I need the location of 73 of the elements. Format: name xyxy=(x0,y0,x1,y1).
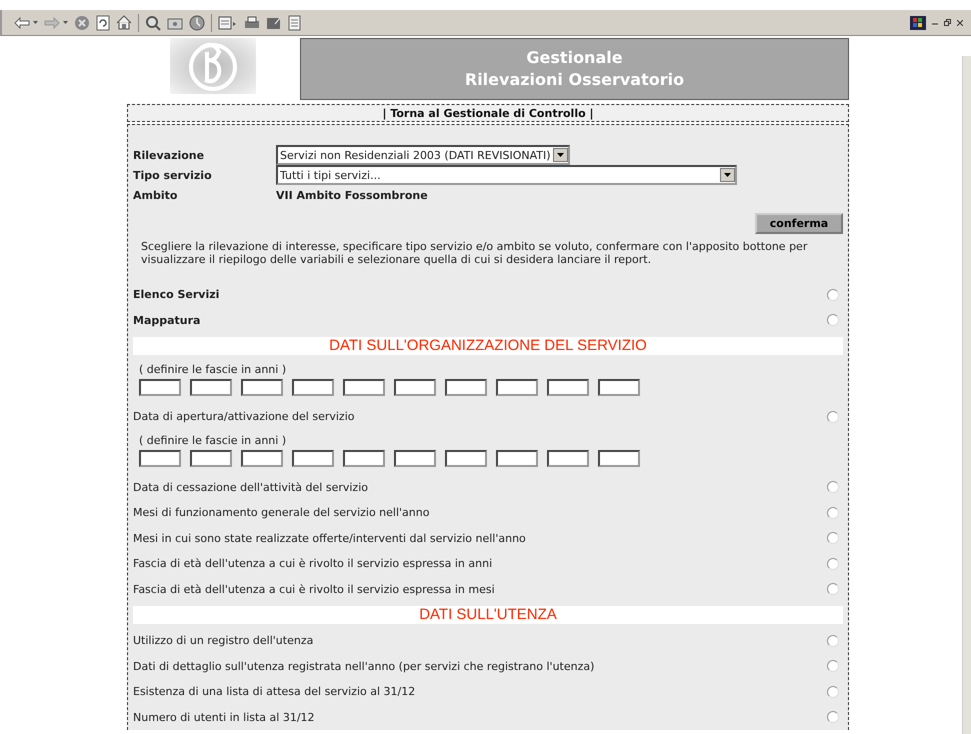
hint-text: ( definire le fascie in anni ) xyxy=(139,434,288,448)
windows-flag-icon xyxy=(910,16,926,30)
radio-button[interactable] xyxy=(827,506,839,519)
field-label: Rilevazione xyxy=(133,148,206,162)
range-input[interactable] xyxy=(496,450,538,466)
range-input[interactable] xyxy=(598,379,640,396)
radio-button[interactable] xyxy=(827,711,839,724)
range-input[interactable] xyxy=(190,379,232,396)
confirm-button[interactable]: conferma xyxy=(755,213,843,234)
radio-button[interactable] xyxy=(827,558,839,570)
magnifier-icon[interactable] xyxy=(145,14,161,30)
range-input[interactable] xyxy=(292,450,334,466)
field-label: Ambito xyxy=(133,188,178,202)
range-input[interactable] xyxy=(394,450,436,466)
dropdown[interactable]: Tutti i tipi servizi... xyxy=(276,165,737,185)
range-input[interactable] xyxy=(394,379,436,396)
dropdown[interactable]: Servizi non Residenziali 2003 (DATI REVISIONATI) xyxy=(276,145,570,165)
back-link[interactable]: | Torna al Gestionale di Controllo | xyxy=(382,106,594,120)
option-label: Mesi in cui sono state realizzate offerte/interventi dal servizio nell'anno xyxy=(133,532,526,545)
range-input[interactable] xyxy=(139,450,181,466)
home-icon[interactable] xyxy=(116,15,132,30)
option-label: Mappatura xyxy=(133,314,200,327)
range-input[interactable] xyxy=(445,379,487,396)
option-label: Data di cessazione dell'attività del servizio xyxy=(133,480,368,494)
range-input[interactable] xyxy=(547,379,589,396)
range-input[interactable] xyxy=(292,379,334,396)
option-label: Dati di dettaglio sull'utenza registrata nell'anno (per servizi che registrano l'utenza) xyxy=(133,660,594,673)
notepad-icon[interactable] xyxy=(266,16,282,30)
radio-button[interactable] xyxy=(827,481,839,494)
stop-icon[interactable] xyxy=(74,14,90,30)
range-input[interactable] xyxy=(547,450,589,466)
field-value: VII Ambito Fossombrone xyxy=(276,188,428,202)
close-icon[interactable] xyxy=(957,20,963,26)
range-input[interactable] xyxy=(241,450,283,466)
radio-button[interactable] xyxy=(827,686,839,698)
range-input[interactable] xyxy=(241,379,283,396)
refresh-icon[interactable] xyxy=(96,14,110,30)
range-input[interactable] xyxy=(445,450,487,466)
page-title: Gestionale xyxy=(526,47,623,69)
radio-button[interactable] xyxy=(827,288,839,301)
folder-icon[interactable] xyxy=(167,16,183,30)
option-label: Data di apertura/attivazione del servizio xyxy=(133,410,354,424)
option-label: Mesi di funzionamento generale del servizio nell'anno xyxy=(133,506,430,520)
range-input[interactable] xyxy=(343,379,385,396)
option-label: Utilizzo di un registro dell'utenza xyxy=(133,634,314,648)
section-heading: DATI SULL'UTENZA xyxy=(133,606,843,624)
option-label: Fascia di età dell'utenza a cui è rivolto il servizio espressa in mesi xyxy=(133,582,495,596)
radio-button[interactable] xyxy=(827,634,839,647)
range-input[interactable] xyxy=(343,450,385,466)
option-label: Fascia di età dell'utenza a cui è rivolto il servizio espressa in anni xyxy=(133,557,492,570)
option-label: Esistenza di una lista di attesa del servizio al 31/12 xyxy=(133,685,416,698)
range-input[interactable] xyxy=(139,379,181,396)
radio-button[interactable] xyxy=(827,532,839,544)
back-arrow-icon[interactable] xyxy=(14,16,30,28)
radio-button[interactable] xyxy=(827,660,839,672)
radio-button[interactable] xyxy=(827,410,839,423)
scrollbar[interactable] xyxy=(962,56,971,734)
option-label: Elenco Servizi xyxy=(133,288,220,302)
option-label: Numero di utenti in lista al 31/12 xyxy=(133,710,315,724)
hint-text: ( definire le fascie in anni ) xyxy=(139,363,288,377)
printer-icon[interactable] xyxy=(244,16,260,30)
radio-button[interactable] xyxy=(827,314,839,326)
range-input[interactable] xyxy=(598,450,640,466)
range-input[interactable] xyxy=(496,379,538,396)
range-input[interactable] xyxy=(190,450,232,466)
instructions-text: Scegliere la rilevazione di interesse, specificare tipo servizio e/o ambito se voluto, confermare con l'apposito bottone per visualizzare il riepilogo delle variabili e selezionare quella di cui si desidera lanciare il report. xyxy=(141,240,808,266)
document-icon[interactable] xyxy=(288,14,301,30)
restore-icon[interactable] xyxy=(944,19,951,26)
page-title: Rilevazioni Osservatorio xyxy=(464,69,684,91)
field-label: Tipo servizio xyxy=(133,168,213,182)
radio-button[interactable] xyxy=(827,583,839,596)
section-heading: DATI SULL'ORGANIZZAZIONE DEL SERVIZIO xyxy=(133,337,843,355)
mail-icon[interactable] xyxy=(218,14,238,30)
